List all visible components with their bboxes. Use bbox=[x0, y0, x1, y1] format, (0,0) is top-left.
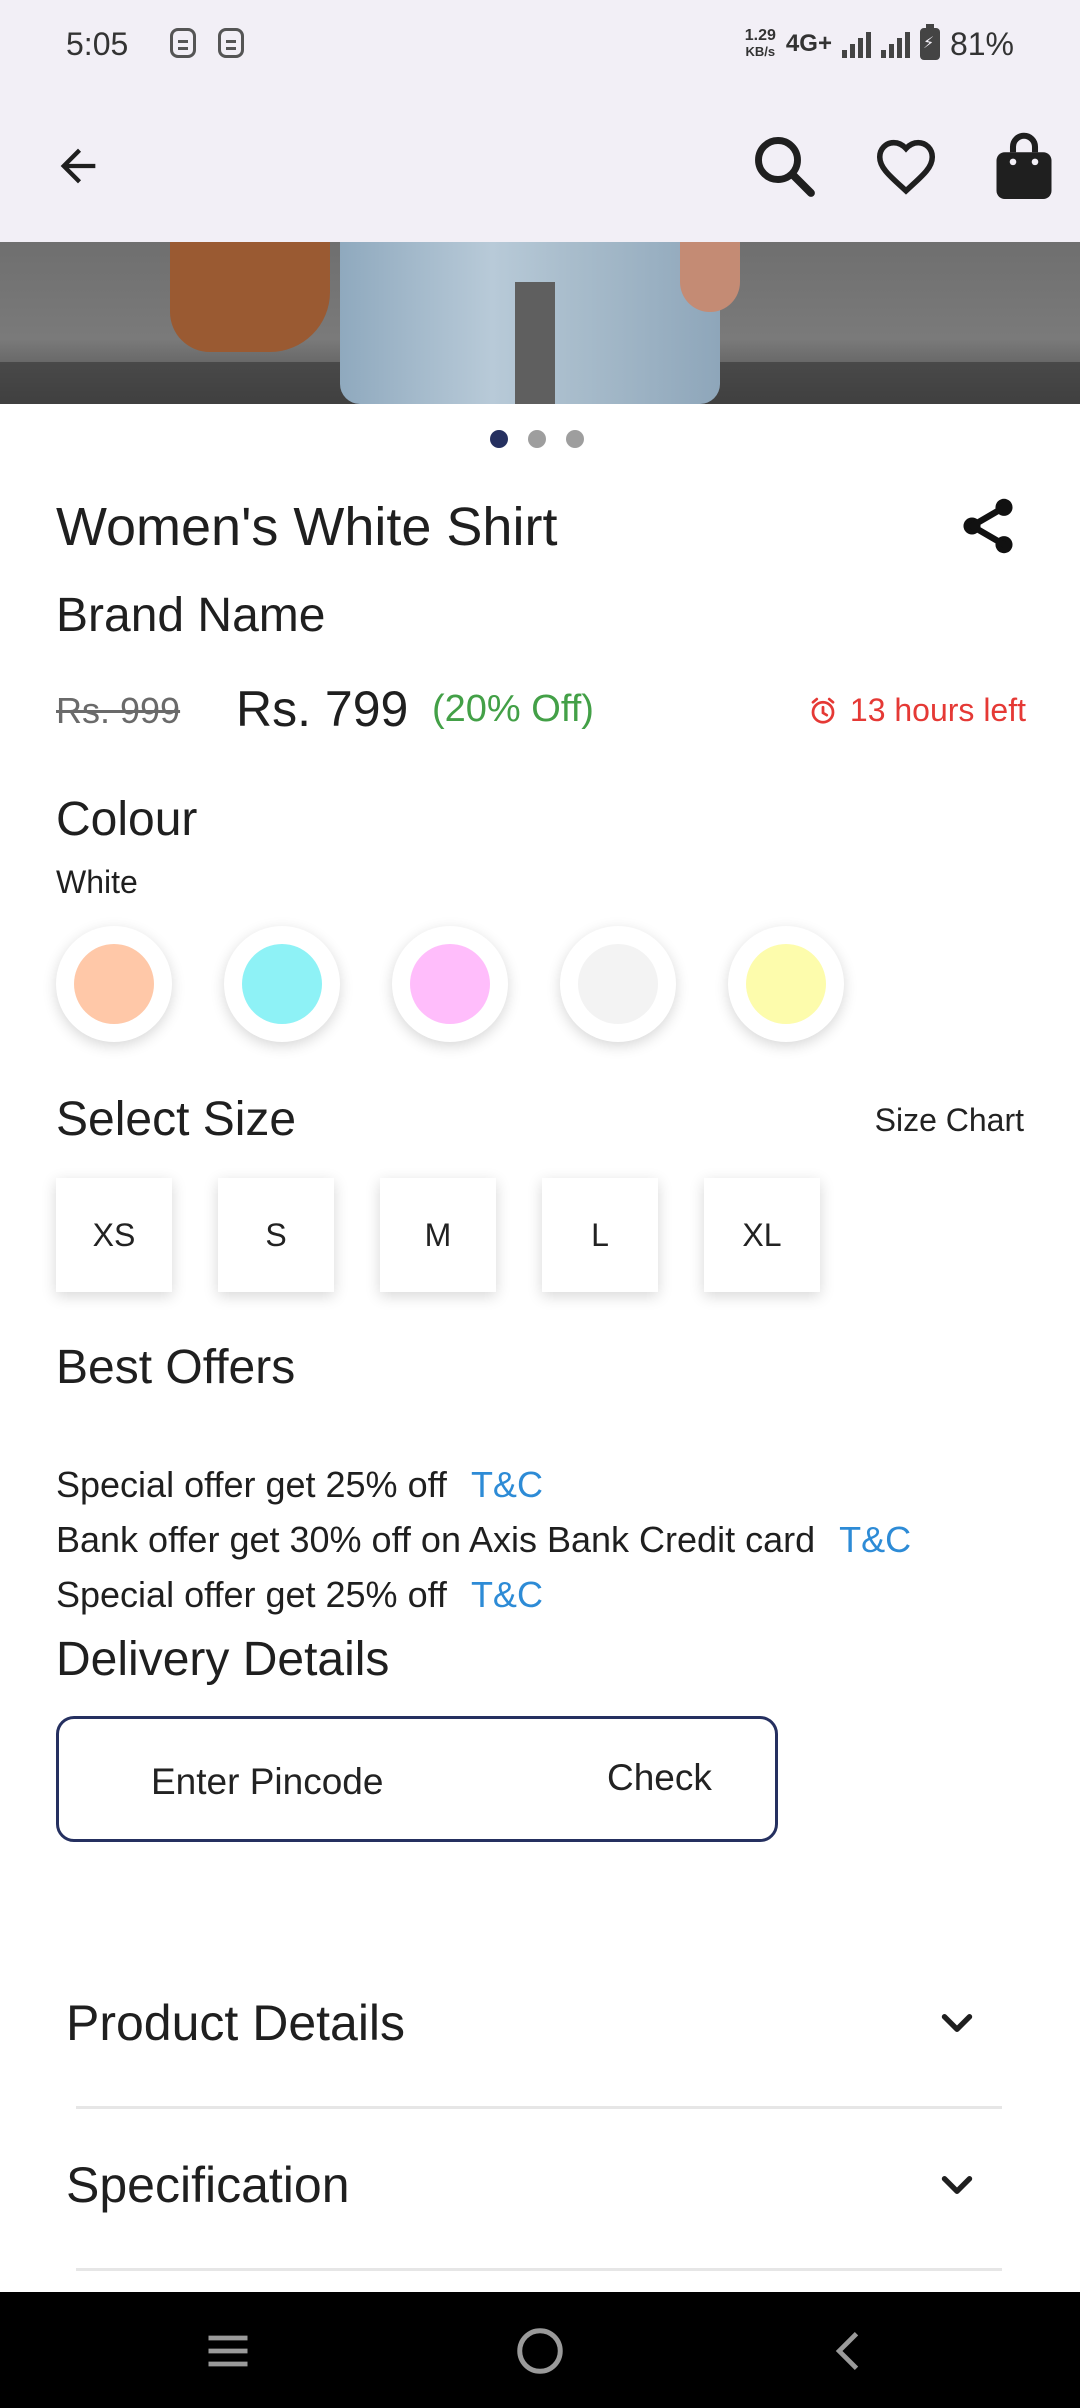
image-hand bbox=[680, 242, 740, 312]
offer-timer: 13 hours left bbox=[808, 692, 1026, 729]
search-icon bbox=[755, 137, 815, 197]
share-icon bbox=[963, 498, 1013, 554]
network-type: 4G+ bbox=[785, 30, 832, 57]
terms-link[interactable]: T&C bbox=[471, 1464, 543, 1505]
signal-icon bbox=[880, 30, 910, 58]
section-label: Specification bbox=[66, 2157, 350, 2213]
selected-colour: White bbox=[56, 864, 138, 900]
chevron-down-icon bbox=[941, 2014, 973, 2032]
chevron-down-icon bbox=[941, 2176, 973, 2194]
notification-icon bbox=[170, 28, 196, 58]
recent-apps-button[interactable] bbox=[193, 2316, 263, 2386]
image-leg-gap bbox=[515, 282, 555, 404]
back-button[interactable] bbox=[38, 126, 118, 206]
colour-swatch[interactable] bbox=[56, 926, 172, 1042]
section-divider bbox=[76, 2106, 1002, 2109]
network-speed: 1.29 KB/s bbox=[744, 27, 776, 60]
status-indicators: 1.29 KB/s 4G+ 81% bbox=[745, 24, 1014, 64]
status-time: 5:05 bbox=[66, 26, 129, 62]
swatch-fill bbox=[746, 944, 826, 1024]
share-button[interactable] bbox=[956, 494, 1026, 564]
offer-item: Special offer get 25% off T&C bbox=[56, 1464, 543, 1506]
battery-percent: 81% bbox=[949, 25, 1014, 62]
delivery-heading: Delivery Details bbox=[56, 1633, 390, 1686]
wishlist-button[interactable] bbox=[866, 126, 946, 206]
current-price: Rs. 799 bbox=[236, 681, 409, 737]
colour-swatches bbox=[56, 926, 844, 1042]
offer-text: Bank offer get 30% off on Axis Bank Cred… bbox=[56, 1519, 816, 1560]
offer-item: Special offer get 25% off T&C bbox=[56, 1574, 543, 1616]
colour-swatch[interactable] bbox=[728, 926, 844, 1042]
swatch-fill bbox=[242, 944, 322, 1024]
signal-icon bbox=[841, 30, 871, 58]
heart-icon bbox=[876, 139, 936, 195]
check-button[interactable]: Check bbox=[607, 1757, 712, 1799]
nav-back-button[interactable] bbox=[815, 2316, 885, 2386]
pincode-input[interactable] bbox=[151, 1757, 471, 1807]
swatch-fill bbox=[410, 944, 490, 1024]
system-nav-bar bbox=[0, 2292, 1080, 2408]
terms-link[interactable]: T&C bbox=[471, 1574, 543, 1615]
size-chart-link[interactable]: Size Chart bbox=[875, 1102, 1024, 1139]
offers-heading: Best Offers bbox=[56, 1341, 296, 1394]
section-label: Product Details bbox=[66, 1995, 406, 2051]
clock-icon bbox=[811, 697, 835, 724]
carousel-dot[interactable] bbox=[528, 430, 546, 448]
carousel-dot[interactable] bbox=[566, 430, 584, 448]
section-divider bbox=[76, 2268, 1002, 2271]
brand-name: Brand Name bbox=[56, 589, 326, 642]
swatch-fill bbox=[74, 944, 154, 1024]
offer-text: Special offer get 25% off bbox=[56, 1464, 447, 1505]
cart-button[interactable] bbox=[984, 126, 1064, 206]
home-button[interactable] bbox=[505, 2316, 575, 2386]
swatch-fill bbox=[578, 944, 658, 1024]
size-option-m[interactable]: M bbox=[380, 1178, 496, 1292]
pincode-field: Check bbox=[56, 1716, 778, 1842]
terms-link[interactable]: T&C bbox=[839, 1519, 911, 1560]
product-image[interactable] bbox=[0, 242, 1080, 404]
status-bar: 5:05 1.29 KB/s 4G+ 81% bbox=[0, 0, 1080, 90]
search-button[interactable] bbox=[744, 126, 824, 206]
product-title: Women's White Shirt bbox=[56, 497, 558, 557]
size-options: XS S M L XL bbox=[56, 1178, 820, 1292]
offer-text: Special offer get 25% off bbox=[56, 1574, 447, 1615]
menu-icon bbox=[208, 2335, 248, 2367]
carousel-dot[interactable] bbox=[490, 430, 508, 448]
image-handbag bbox=[170, 242, 330, 352]
product-details-section[interactable]: Product Details bbox=[66, 1994, 1002, 2154]
timer-text: 13 hours left bbox=[849, 692, 1026, 728]
size-option-s[interactable]: S bbox=[218, 1178, 334, 1292]
chevron-left-icon bbox=[835, 2331, 859, 2371]
offer-item: Bank offer get 30% off on Axis Bank Cred… bbox=[56, 1519, 911, 1561]
size-option-xl[interactable]: XL bbox=[704, 1178, 820, 1292]
battery-icon bbox=[919, 24, 940, 60]
back-arrow-icon bbox=[60, 148, 96, 184]
colour-swatch[interactable] bbox=[392, 926, 508, 1042]
colour-heading: Colour bbox=[56, 793, 198, 846]
home-circle-icon bbox=[517, 2328, 563, 2374]
carousel-indicator bbox=[490, 430, 584, 448]
original-price: Rs. 999 bbox=[56, 690, 181, 731]
colour-swatch[interactable] bbox=[224, 926, 340, 1042]
app-bar bbox=[0, 90, 1080, 242]
size-heading: Select Size bbox=[56, 1093, 297, 1146]
discount-label: (20% Off) bbox=[432, 688, 594, 730]
colour-swatch[interactable] bbox=[560, 926, 676, 1042]
size-option-l[interactable]: L bbox=[542, 1178, 658, 1292]
size-option-xs[interactable]: XS bbox=[56, 1178, 172, 1292]
shopping-bag-icon bbox=[996, 132, 1052, 199]
notification-icon bbox=[218, 28, 244, 58]
price-row: Rs. 999 Rs. 799 (20% Off) 13 hours left bbox=[56, 678, 1026, 742]
